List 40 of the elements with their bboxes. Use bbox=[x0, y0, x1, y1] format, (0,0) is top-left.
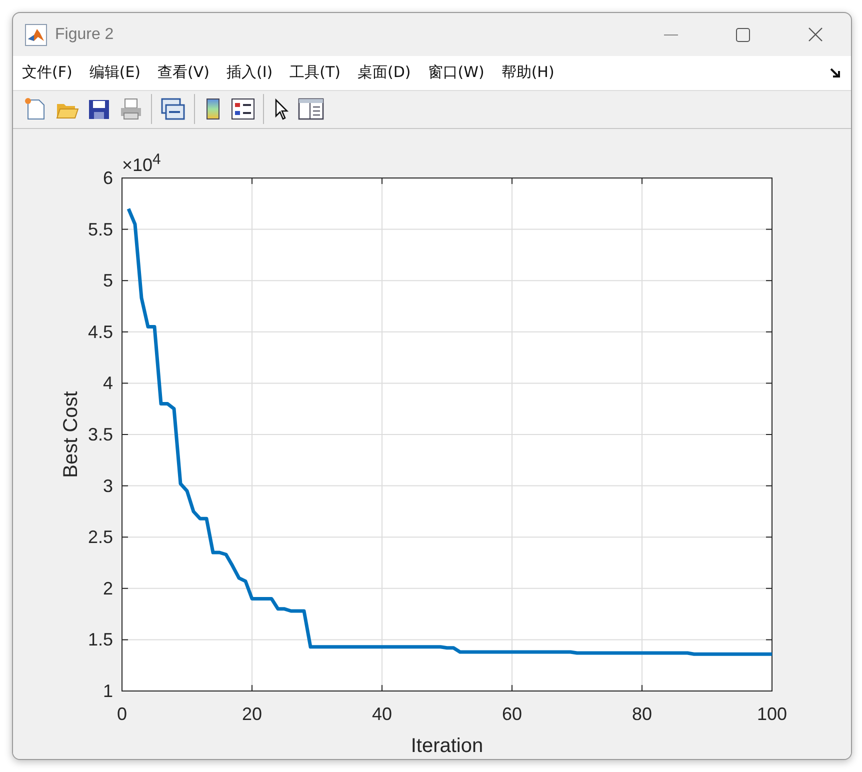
tick-label: 100 bbox=[756, 704, 788, 724]
tick-label: 1.5 bbox=[88, 630, 113, 650]
tick-label: 5 bbox=[102, 270, 113, 291]
menu-item[interactable]: 插入(I) bbox=[226, 63, 273, 82]
menu-item[interactable]: 工具(T) bbox=[290, 63, 341, 82]
new-file-icon[interactable] bbox=[23, 97, 47, 122]
tick-label: 80 bbox=[632, 704, 652, 724]
property-panel-icon[interactable] bbox=[298, 97, 324, 122]
tick-label: 60 bbox=[502, 704, 522, 724]
minimize-icon[interactable] bbox=[664, 34, 678, 36]
app-logo-icon bbox=[25, 24, 47, 46]
print-icon[interactable] bbox=[119, 97, 143, 122]
tick-label: 40 bbox=[372, 704, 392, 724]
menu-item[interactable]: 查看(V) bbox=[158, 63, 210, 82]
tick-label: 2.5 bbox=[88, 527, 113, 548]
tick-label: 3.5 bbox=[88, 424, 113, 444]
save-icon[interactable] bbox=[87, 97, 111, 122]
menu-item[interactable]: 桌面(D) bbox=[358, 63, 411, 82]
menu-item[interactable]: 窗口(W) bbox=[428, 63, 484, 82]
tick-label: 2 bbox=[102, 578, 113, 598]
tick-label: 1 bbox=[102, 681, 113, 701]
close-icon[interactable] bbox=[808, 27, 822, 42]
window-title: Figure 2 bbox=[55, 26, 115, 44]
tick-label: 6 bbox=[102, 168, 113, 188]
axis-label: Iteration bbox=[410, 735, 484, 757]
tick-label: 4.5 bbox=[88, 322, 113, 342]
legend-icon[interactable] bbox=[231, 97, 255, 122]
maximize-icon[interactable] bbox=[736, 28, 750, 42]
tick-label: 4 bbox=[102, 373, 113, 394]
tick-label: 5.5 bbox=[88, 219, 113, 240]
exponent-label: ×10$^{4}$ bbox=[122, 151, 161, 176]
dock-arrow-icon[interactable] bbox=[830, 68, 841, 78]
axis-label: Best Cost bbox=[60, 391, 82, 478]
tick-label: 3 bbox=[102, 476, 113, 496]
menu-item[interactable]: 文件(F) bbox=[22, 63, 72, 82]
menu-item[interactable]: 编辑(E) bbox=[89, 63, 141, 82]
menu-item[interactable]: 帮助(H) bbox=[501, 63, 554, 82]
linked-windows-icon[interactable] bbox=[160, 97, 186, 122]
tick-label: 0 bbox=[117, 704, 127, 724]
tick-label: 20 bbox=[242, 704, 262, 724]
